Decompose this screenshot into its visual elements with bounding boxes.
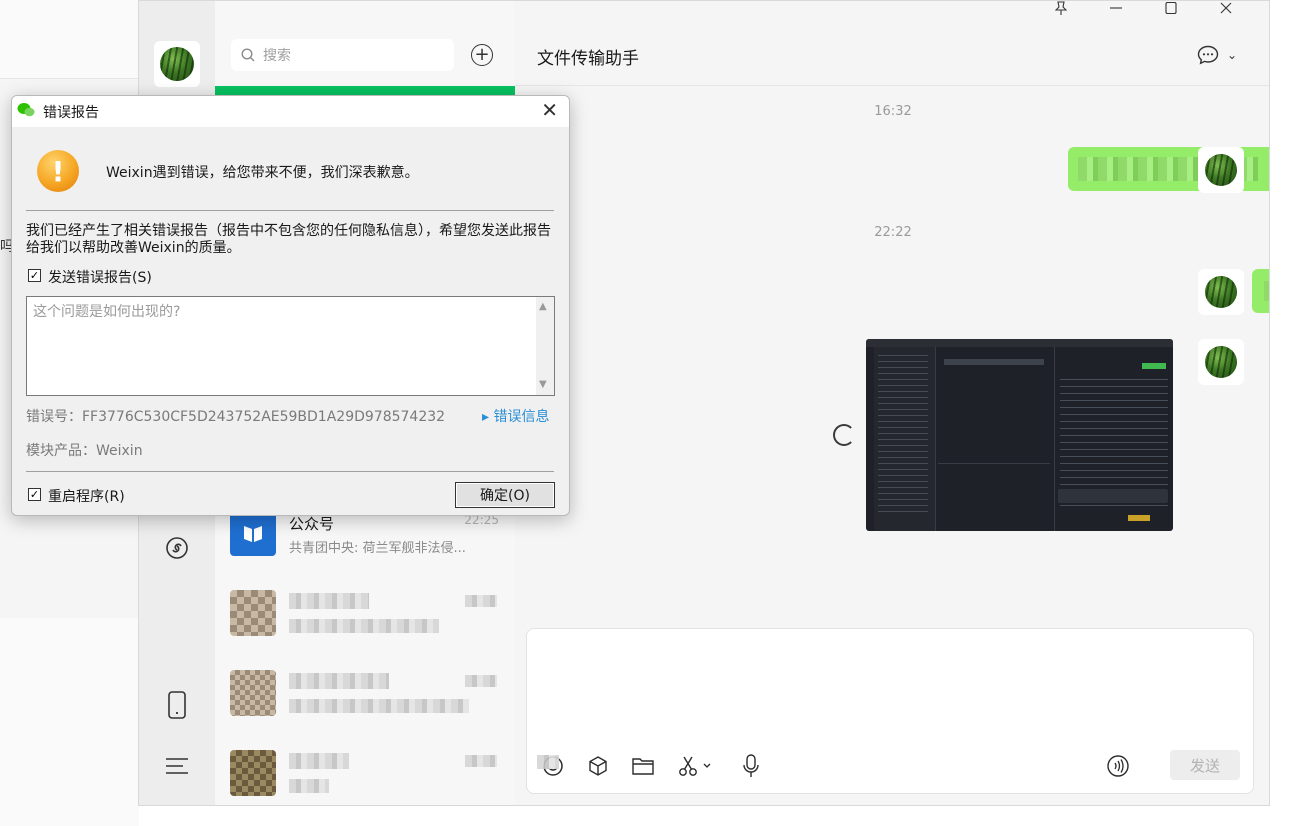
thumb-file-tree [878, 355, 928, 515]
search-icon [241, 48, 255, 62]
send-button[interactable]: 发送 [1170, 750, 1240, 780]
watermelon-avatar-image [1205, 154, 1237, 186]
screenshot-scissors-icon[interactable] [676, 754, 716, 778]
chat-title: 文件传输助手 [537, 49, 639, 69]
search-input[interactable]: 搜索 [231, 39, 454, 71]
restart-checkbox[interactable]: ✓ [28, 488, 41, 501]
problem-description-field[interactable]: ▲ ▼ [26, 296, 555, 396]
list-item[interactable] [215, 581, 515, 651]
dialog-title: 错误报告 [43, 105, 99, 121]
list-item[interactable] [215, 741, 515, 805]
menu-icon[interactable] [165, 757, 189, 775]
dialog-close-icon[interactable]: ✕ [541, 100, 558, 120]
plus-icon: + [474, 44, 490, 65]
send-report-label: 发送错误报告(S) [48, 270, 152, 286]
scroll-down-icon[interactable]: ▼ [539, 379, 547, 390]
chat-preview: 共青团中央: 荷兰军舰非法侵... [289, 541, 466, 556]
header-divider [515, 85, 1269, 86]
message-timestamp: 22:22 [874, 225, 912, 240]
voice-call-icon[interactable] [1106, 754, 1130, 778]
message-timestamp: 16:32 [874, 104, 912, 119]
ok-button[interactable]: 确定(O) [455, 482, 555, 508]
blurred-avatar [230, 670, 276, 716]
folder-icon[interactable] [631, 754, 655, 778]
error-report-dialog: 错误报告 ✕ ! Weixin遇到错误，给您带来不便，我们深表歉意。 我们已经产… [11, 95, 570, 516]
blurred-preview [289, 619, 439, 633]
problem-description-input[interactable] [27, 297, 537, 395]
image-message-thumbnail[interactable] [866, 339, 1173, 531]
official-accounts-avatar [230, 510, 276, 556]
sent-message-bubble[interactable] [1252, 269, 1269, 313]
chat-panel: 文件传输助手 ⌄ 16:32 52 22:22 [515, 1, 1270, 805]
watermelon-avatar-image [160, 47, 194, 81]
chevron-down-icon: ⌄ [1226, 48, 1237, 62]
phone-icon[interactable] [167, 691, 187, 719]
book-icon [244, 526, 262, 542]
blurred-avatar [230, 750, 276, 796]
pin-icon[interactable] [1033, 1, 1088, 15]
chat-more-button[interactable]: ⌄ [1197, 45, 1237, 65]
warning-icon: ! [37, 150, 79, 192]
error-number: 错误号：FF3776C530CF5D243752AE59BD1A29D97857… [26, 409, 446, 425]
blurred-time [465, 675, 497, 687]
dialog-body-text: 我们已经产生了相关错误报告（报告中不包含您的任何隐私信息），希望您发送此报告给我… [26, 223, 551, 256]
blurred-time [465, 595, 497, 607]
module-product: 模块产品：Weixin [26, 443, 143, 459]
thumb-terminal [938, 463, 1050, 523]
close-icon[interactable] [1198, 1, 1253, 15]
blurred-name [289, 593, 369, 609]
thumb-code-line [944, 359, 1044, 365]
thumb-input-box [1058, 489, 1168, 503]
message-avatar[interactable] [1198, 269, 1244, 315]
sticker-box-icon[interactable] [586, 754, 610, 778]
send-report-checkbox[interactable]: ✓ [28, 269, 41, 282]
blurred-avatar [230, 590, 276, 636]
self-avatar[interactable] [154, 41, 200, 87]
blurred-name [289, 673, 389, 689]
blurred-name [289, 753, 349, 769]
textarea-scrollbar[interactable]: ▲ ▼ [536, 297, 554, 395]
dialog-titlebar: 错误报告 ✕ [12, 96, 569, 127]
message-avatar[interactable] [1198, 147, 1244, 193]
window-controls [1033, 1, 1253, 15]
thumb-titlebar [866, 339, 1173, 347]
background-bottom [139, 806, 1289, 826]
chat-name: 公众号 [289, 515, 335, 533]
thumb-divider [1054, 347, 1055, 531]
blurred-preview [289, 699, 469, 713]
thumb-green-badge [1142, 363, 1166, 369]
blurred-time [465, 755, 497, 767]
blurred-preview [289, 779, 329, 793]
restart-label: 重启程序(R) [48, 489, 125, 505]
message-input-area[interactable]: 发送 [526, 628, 1254, 794]
search-placeholder: 搜索 [263, 48, 291, 64]
dialog-divider [26, 471, 554, 472]
microphone-icon[interactable] [739, 754, 763, 778]
watermelon-avatar-image [1205, 346, 1237, 378]
weixin-logo-icon [17, 103, 35, 117]
chat-bubble-icon [1197, 45, 1219, 65]
maximize-icon[interactable] [1143, 1, 1198, 15]
add-button[interactable]: + [471, 44, 493, 66]
blurred-message-text [1264, 281, 1269, 301]
watermelon-avatar-image [1205, 276, 1237, 308]
dialog-headline: Weixin遇到错误，给您带来不便，我们深表歉意。 [106, 165, 419, 181]
channels-icon[interactable] [165, 536, 189, 560]
blurred-overlay [537, 755, 559, 769]
error-info-link[interactable]: ▸ 错误信息 [482, 406, 549, 426]
loading-spinner-icon [833, 424, 855, 446]
message-text-visible: 52 [1269, 160, 1270, 176]
dialog-divider [26, 210, 554, 211]
message-avatar[interactable] [1198, 339, 1244, 385]
scroll-up-icon[interactable]: ▲ [539, 301, 547, 312]
list-item[interactable] [215, 661, 515, 731]
thumb-yellow-tag [1128, 515, 1150, 521]
minimize-icon[interactable] [1088, 1, 1143, 15]
